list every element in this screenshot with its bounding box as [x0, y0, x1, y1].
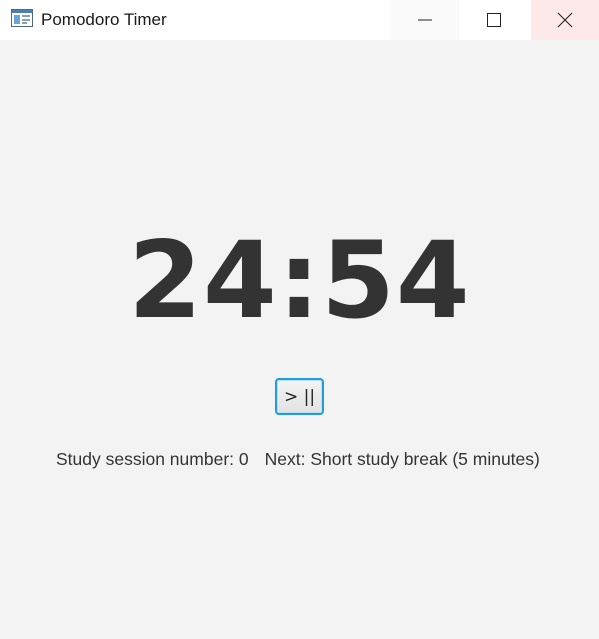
- timer-display: 24:54: [128, 219, 471, 342]
- session-number-label: Study session number: 0: [56, 449, 249, 469]
- maximize-button[interactable]: [460, 0, 528, 40]
- minimize-button[interactable]: [391, 0, 459, 40]
- play-pause-button[interactable]: > ||: [275, 378, 324, 415]
- next-break-label: Next: Short study break (5 minutes): [264, 449, 540, 469]
- status-line: Study session number: 0 Next: Short study…: [56, 448, 540, 470]
- maximize-icon: [487, 13, 501, 27]
- pomodoro-window: Pomodoro Timer 24:54 > || Study session …: [0, 0, 599, 639]
- title-bar[interactable]: Pomodoro Timer: [0, 0, 599, 40]
- window-title: Pomodoro Timer: [41, 10, 167, 29]
- window-app-icon: [11, 9, 33, 27]
- minimize-icon: [418, 19, 432, 21]
- close-button[interactable]: [531, 0, 599, 40]
- close-icon: [557, 12, 573, 28]
